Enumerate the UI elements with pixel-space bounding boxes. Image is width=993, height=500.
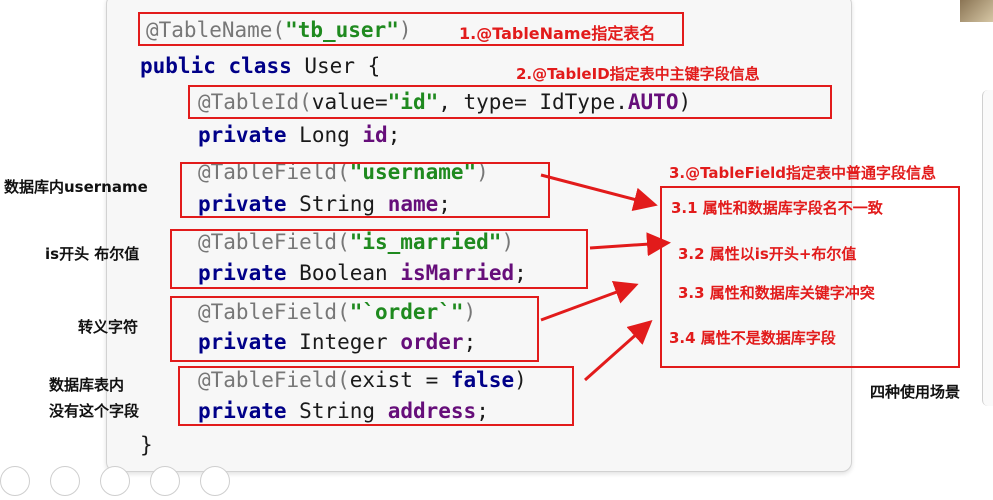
toolbar-circle[interactable]	[100, 466, 130, 496]
toolbar-circle[interactable]	[200, 466, 230, 496]
arrows-layer	[540, 173, 671, 382]
toolbar-circle[interactable]	[0, 466, 30, 496]
toolbar-circle[interactable]	[50, 466, 80, 496]
bottom-toolbar	[0, 466, 250, 500]
arrow-is-married	[589, 232, 671, 257]
arrow-address	[584, 320, 653, 382]
toolbar-circle[interactable]	[150, 466, 180, 496]
arrow-username	[540, 173, 658, 212]
arrow-order	[540, 280, 639, 322]
